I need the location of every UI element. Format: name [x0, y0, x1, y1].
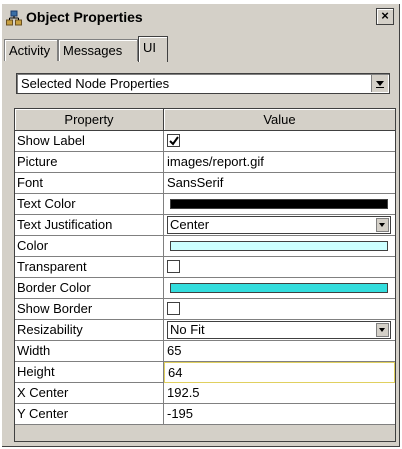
header-label: Property [64, 112, 114, 127]
property-name: X Center [15, 383, 164, 404]
property-name: Transparent [15, 257, 164, 278]
property-table: Property Value Show Label Picture images/r… [14, 108, 396, 442]
column-header-value[interactable]: Value [164, 109, 395, 131]
table-row: Border Color [15, 278, 395, 299]
tab-label: UI [143, 40, 156, 55]
property-value[interactable]: -195 [164, 404, 395, 425]
property-dropdown[interactable]: No Fit [167, 321, 391, 339]
property-name: Font [15, 173, 164, 194]
table-row: Text Color [15, 194, 395, 215]
table-row: Show Label [15, 131, 395, 152]
property-color-cell[interactable] [164, 278, 395, 299]
chevron-down-icon[interactable] [376, 218, 389, 232]
table-row: Resizability No Fit [15, 320, 395, 341]
table-row: Text Justification Center [15, 215, 395, 236]
property-select-cell[interactable]: No Fit [164, 320, 395, 341]
property-name: Color [15, 236, 164, 257]
table-row: Y Center -195 [15, 404, 395, 425]
properties-scope-select[interactable]: Selected Node Properties [16, 73, 390, 94]
property-value[interactable]: 192.5 [164, 383, 395, 404]
checkbox[interactable] [167, 302, 180, 315]
property-color-cell[interactable] [164, 194, 395, 215]
close-button[interactable]: × [376, 8, 394, 25]
color-swatch[interactable] [170, 241, 388, 251]
checkbox[interactable] [167, 260, 180, 273]
checkbox[interactable] [167, 134, 180, 147]
title-bar: Object Properties × [2, 6, 398, 30]
property-name: Picture [15, 152, 164, 173]
chevron-down-icon[interactable] [376, 323, 389, 337]
checkmark-icon [169, 136, 179, 146]
property-name: Text Color [15, 194, 164, 215]
property-value[interactable]: 64 [164, 362, 395, 383]
property-name: Resizability [15, 320, 164, 341]
property-value[interactable]: images/report.gif [164, 152, 395, 173]
table-row: Show Border [15, 299, 395, 320]
property-name: Height [15, 362, 164, 383]
table-row: Width 65 [15, 341, 395, 362]
table-row: Transparent [15, 257, 395, 278]
property-value[interactable]: 65 [164, 341, 395, 362]
table-row: Color [15, 236, 395, 257]
property-color-cell[interactable] [164, 236, 395, 257]
property-checkbox-cell[interactable] [164, 299, 395, 320]
tab-label: Messages [63, 43, 123, 58]
property-name: Y Center [15, 404, 164, 425]
properties-scope-value: Selected Node Properties [21, 76, 170, 91]
property-name: Width [15, 341, 164, 362]
dropdown-value: No Fit [170, 322, 205, 337]
property-select-cell[interactable]: Center [164, 215, 395, 236]
table-row: Height 64 [15, 362, 395, 383]
property-name: Text Justification [15, 215, 164, 236]
property-checkbox-cell[interactable] [164, 257, 395, 278]
tab-activity[interactable]: Activity [4, 39, 58, 61]
window-title: Object Properties [26, 9, 143, 25]
color-swatch[interactable] [170, 199, 388, 209]
chevron-down-icon[interactable] [371, 75, 388, 92]
color-swatch[interactable] [170, 283, 388, 293]
header-label: Value [263, 112, 296, 127]
dropdown-value: Center [170, 217, 210, 232]
object-tree-icon [6, 10, 22, 26]
table-row: Font SansSerif [15, 173, 395, 194]
property-name: Show Label [15, 131, 164, 152]
close-icon: × [381, 8, 389, 23]
tab-messages[interactable]: Messages [58, 39, 138, 61]
property-dropdown[interactable]: Center [167, 216, 391, 234]
property-name: Show Border [15, 299, 164, 320]
tab-ui[interactable]: UI [138, 36, 168, 62]
property-checkbox-cell[interactable] [164, 131, 395, 152]
tab-label: Activity [9, 43, 51, 58]
table-row: Picture images/report.gif [15, 152, 395, 173]
column-header-property[interactable]: Property [15, 109, 164, 131]
table-row: X Center 192.5 [15, 383, 395, 404]
property-value[interactable]: SansSerif [164, 173, 395, 194]
property-name: Border Color [15, 278, 164, 299]
